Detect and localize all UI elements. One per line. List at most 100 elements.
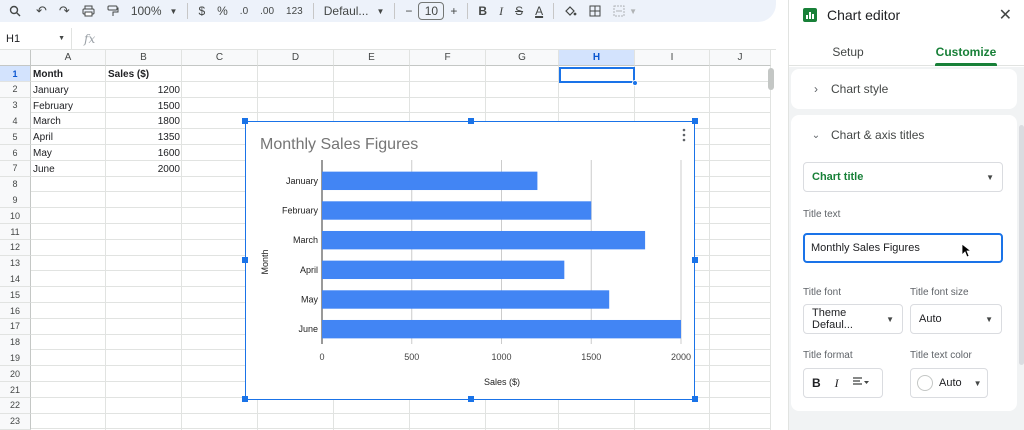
- column-header-b[interactable]: B: [106, 50, 182, 66]
- resize-handle[interactable]: [242, 257, 248, 263]
- row-header-10[interactable]: 10: [0, 208, 31, 225]
- tab-setup[interactable]: Setup: [789, 38, 907, 65]
- row-header-21[interactable]: 21: [0, 382, 31, 398]
- column-header-g[interactable]: G: [486, 50, 559, 66]
- title-font-size-dropdown[interactable]: Auto ▼: [910, 304, 1002, 334]
- align-icon[interactable]: [852, 376, 869, 390]
- select-all-corner[interactable]: [0, 50, 31, 66]
- row-header-17[interactable]: 17: [0, 318, 31, 335]
- row-header-4[interactable]: 4: [0, 113, 31, 130]
- resize-handle[interactable]: [692, 396, 698, 402]
- increase-font-size-button[interactable]: +: [444, 0, 463, 22]
- cell-sales[interactable]: 1600: [108, 146, 180, 162]
- text-color-button[interactable]: A: [529, 0, 549, 22]
- cell-month[interactable]: March: [33, 114, 61, 130]
- paint-format-icon[interactable]: [101, 0, 125, 22]
- column-header-i[interactable]: I: [635, 50, 710, 66]
- font-size-input[interactable]: 10: [418, 2, 445, 20]
- header-cell-b1[interactable]: Sales ($): [108, 67, 149, 83]
- row-header-15[interactable]: 15: [0, 287, 31, 304]
- column-header-a[interactable]: A: [31, 50, 106, 66]
- selected-cell-h1[interactable]: [559, 67, 635, 83]
- column-header-d[interactable]: D: [258, 50, 334, 66]
- decrease-font-size-button[interactable]: −: [399, 0, 418, 22]
- resize-handle[interactable]: [242, 396, 248, 402]
- title-text-input[interactable]: Monthly Sales Figures: [803, 233, 1003, 263]
- number-format-button[interactable]: 123: [280, 0, 309, 22]
- cell-sales[interactable]: 1200: [108, 83, 180, 99]
- close-icon[interactable]: ✕: [999, 5, 1012, 25]
- chart-object[interactable]: Monthly Sales Figures 0 500 1000 1500 2000 Ja…: [242, 118, 698, 402]
- name-box[interactable]: H1 ▼: [0, 28, 72, 49]
- row-header-23[interactable]: 23: [0, 413, 31, 430]
- cell-sales[interactable]: 2000: [108, 162, 180, 178]
- resize-handle[interactable]: [692, 257, 698, 263]
- row-header-3[interactable]: 3: [0, 97, 31, 114]
- undo-icon[interactable]: ↶: [30, 0, 53, 22]
- row-header-19[interactable]: 19: [0, 350, 31, 367]
- print-icon[interactable]: [76, 0, 101, 22]
- row-header-2[interactable]: 2: [0, 81, 31, 98]
- row-header-18[interactable]: 18: [0, 334, 31, 351]
- italic-button[interactable]: I: [493, 0, 509, 22]
- cell-month[interactable]: May: [33, 146, 52, 162]
- cell-month[interactable]: June: [33, 162, 55, 178]
- row-header-16[interactable]: 16: [0, 303, 31, 319]
- cell-sales[interactable]: 1350: [108, 130, 180, 146]
- cell-month[interactable]: April: [33, 130, 53, 146]
- cell-sales[interactable]: 1500: [108, 99, 180, 115]
- bold-button[interactable]: B: [472, 0, 493, 22]
- resize-handle[interactable]: [468, 396, 474, 402]
- column-header-c[interactable]: C: [182, 50, 258, 66]
- search-menus-icon[interactable]: [0, 0, 30, 22]
- row-header-6[interactable]: 6: [0, 145, 31, 161]
- fill-color-icon[interactable]: [558, 0, 583, 22]
- redo-icon[interactable]: ↷: [53, 0, 76, 22]
- row-header-12[interactable]: 12: [0, 239, 31, 256]
- column-header-h[interactable]: H: [559, 50, 635, 66]
- font-select[interactable]: Defaul... ▼: [318, 0, 391, 22]
- merge-cells-icon[interactable]: ▼: [607, 0, 643, 22]
- tab-customize[interactable]: Customize: [907, 38, 1024, 66]
- resize-handle[interactable]: [468, 118, 474, 124]
- chart-style-section[interactable]: › Chart style: [791, 69, 1017, 109]
- italic-button[interactable]: I: [835, 376, 839, 391]
- currency-button[interactable]: $: [192, 0, 211, 22]
- row-header-13[interactable]: 13: [0, 255, 31, 272]
- column-header-f[interactable]: F: [410, 50, 486, 66]
- row-header-1[interactable]: 1: [0, 66, 31, 82]
- increase-decimal-button[interactable]: .00: [254, 0, 280, 22]
- chart-style-header[interactable]: › Chart style: [791, 69, 1017, 109]
- title-text-color-dropdown[interactable]: Auto ▼: [910, 368, 988, 398]
- zoom-select[interactable]: 100% ▼: [125, 0, 184, 22]
- title-type-dropdown[interactable]: Chart title ▼: [803, 162, 1003, 192]
- cell-sales[interactable]: 1800: [108, 114, 180, 130]
- bold-button[interactable]: B: [812, 376, 821, 390]
- chart-axis-titles-header[interactable]: ⌄ Chart & axis titles: [791, 115, 1017, 155]
- row-header-9[interactable]: 9: [0, 192, 31, 209]
- title-font-dropdown[interactable]: Theme Defaul... ▼: [803, 304, 903, 334]
- row-header-20[interactable]: 20: [0, 366, 31, 383]
- row-header-14[interactable]: 14: [0, 271, 31, 288]
- row-header-11[interactable]: 11: [0, 224, 31, 240]
- chart-menu-icon[interactable]: [682, 128, 686, 142]
- cell-month[interactable]: February: [33, 99, 73, 115]
- column-header-j[interactable]: J: [710, 50, 771, 66]
- decrease-decimal-button[interactable]: .0: [234, 0, 254, 22]
- column-header-e[interactable]: E: [334, 50, 410, 66]
- fill-handle[interactable]: [632, 80, 638, 86]
- percent-button[interactable]: %: [211, 0, 234, 22]
- header-cell-a1[interactable]: Month: [33, 67, 63, 83]
- borders-icon[interactable]: [583, 0, 607, 22]
- cell-month[interactable]: January: [33, 83, 69, 99]
- panel-scrollbar[interactable]: [1019, 125, 1024, 365]
- row-header-7[interactable]: 7: [0, 160, 31, 177]
- resize-handle[interactable]: [692, 118, 698, 124]
- row-header-22[interactable]: 22: [0, 397, 31, 414]
- row-header-5[interactable]: 5: [0, 129, 31, 146]
- strikethrough-button[interactable]: S: [509, 0, 529, 22]
- resize-handle[interactable]: [242, 118, 248, 124]
- dropdown-arrow-icon: ▼: [986, 172, 994, 182]
- grid-scrollbar[interactable]: [768, 68, 774, 90]
- row-header-8[interactable]: 8: [0, 176, 31, 193]
